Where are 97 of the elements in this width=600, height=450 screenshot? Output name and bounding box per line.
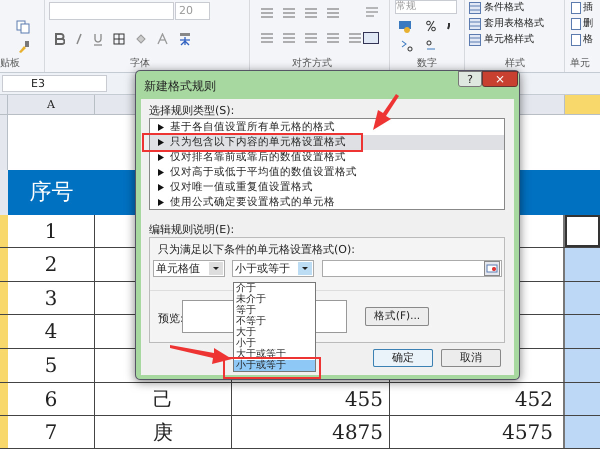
- currency-icon[interactable]: [398, 19, 412, 33]
- phonetic-icon[interactable]: [178, 32, 192, 46]
- rule-type-item[interactable]: 使用公式确定要设置格式的单元格: [150, 195, 504, 210]
- align-icon[interactable]: [304, 33, 318, 43]
- table-style-icon: [469, 2, 481, 14]
- table-header-cell-text: 序号: [28, 179, 74, 207]
- rule-type-item[interactable]: 仅对高于或低于平均值的数值设置格式: [150, 165, 504, 180]
- dropdown-option[interactable]: 不等于: [234, 316, 315, 327]
- bullet-icon: [158, 154, 164, 161]
- align-icon[interactable]: [348, 33, 362, 43]
- font-name-field[interactable]: [49, 2, 174, 20]
- grid-icon: [571, 18, 581, 30]
- annotation-arrow: [170, 345, 232, 364]
- align-icon[interactable]: [260, 8, 274, 18]
- range-select-icon[interactable]: [484, 261, 500, 276]
- merge-icon[interactable]: [363, 32, 379, 44]
- table-cell: 4: [8, 315, 95, 348]
- table-style-icon: [469, 18, 481, 30]
- rule-type-item[interactable]: 只为包含以下内容的单元格设置格式: [150, 135, 504, 150]
- cell-button[interactable]: 插: [571, 0, 593, 15]
- style-button[interactable]: 单元格样式: [469, 32, 534, 47]
- dropdown-option[interactable]: 小于: [234, 338, 315, 349]
- rule-type-item[interactable]: 仅对唯一值或重复值设置格式: [150, 180, 504, 195]
- brush-icon[interactable]: [17, 40, 31, 54]
- bold-icon[interactable]: [55, 33, 65, 45]
- align-icon[interactable]: [326, 8, 340, 18]
- help-button[interactable]: ?: [458, 71, 482, 87]
- selected-cell[interactable]: [565, 416, 600, 448]
- align-icon[interactable]: [260, 33, 274, 43]
- align-icon[interactable]: [326, 33, 340, 43]
- annotation-arrow: [373, 94, 399, 130]
- cell-button[interactable]: 删: [571, 16, 593, 31]
- bullet-icon: [158, 184, 164, 191]
- field-select[interactable]: 单元格值: [153, 260, 225, 277]
- group-label: 数字: [417, 56, 437, 71]
- underline-icon[interactable]: [93, 32, 103, 46]
- table-cell: 己: [153, 387, 173, 411]
- percent-icon[interactable]: [426, 20, 436, 32]
- condition-label: 只为满足以下条件的单元格设置格式(O):: [158, 242, 355, 258]
- fill-color-icon[interactable]: [135, 33, 147, 45]
- table-style-icon: [469, 34, 481, 46]
- align-icon[interactable]: [304, 8, 318, 18]
- selected-cell[interactable]: [565, 315, 600, 348]
- grid-icon: [571, 34, 581, 46]
- style-button[interactable]: 条件格式: [469, 0, 524, 15]
- font-color-icon[interactable]: [157, 33, 168, 45]
- align-icon[interactable]: [282, 8, 296, 18]
- selected-cell[interactable]: [565, 282, 600, 314]
- selected-cell[interactable]: [565, 383, 600, 415]
- cancel-button[interactable]: 取消: [441, 349, 501, 367]
- selected-cell[interactable]: [565, 248, 600, 281]
- dialog-title: 新建格式规则: [144, 78, 216, 95]
- dropdown-option[interactable]: 未介于: [234, 294, 315, 305]
- group-label: 样式: [505, 56, 525, 71]
- format-button[interactable]: 格式(F)...: [365, 307, 429, 326]
- decimal-icon[interactable]: [400, 40, 414, 52]
- section-label: 选择规则类型(S):: [149, 103, 234, 119]
- table-cell: 1: [8, 215, 95, 247]
- operator-select[interactable]: 小于或等于: [232, 260, 314, 277]
- copy-icon[interactable]: [16, 20, 30, 34]
- table-cell: 4875: [332, 420, 383, 444]
- bullet-icon: [158, 139, 164, 146]
- cell-button[interactable]: 格: [571, 32, 593, 47]
- group-label: 贴板: [0, 56, 20, 71]
- selected-cell[interactable]: [565, 349, 600, 382]
- italic-icon[interactable]: [75, 33, 83, 45]
- table-cell: 6: [8, 383, 95, 415]
- style-button[interactable]: 套用表格格式: [469, 16, 544, 31]
- comma-icon[interactable]: [447, 22, 451, 30]
- bullet-icon: [158, 199, 164, 206]
- dropdown-option[interactable]: 等于: [234, 305, 315, 316]
- ok-button[interactable]: 确定: [373, 349, 433, 367]
- group-label: 对齐方式: [292, 56, 332, 71]
- section-label: 编辑规则说明(E):: [149, 222, 234, 238]
- value-field[interactable]: [322, 260, 502, 277]
- dropdown-option[interactable]: 大于: [234, 327, 315, 338]
- bullet-icon: [158, 124, 164, 131]
- close-button[interactable]: ×: [482, 71, 518, 87]
- table-cell: 4575: [502, 420, 553, 444]
- name-box[interactable]: E3: [2, 75, 107, 92]
- table-cell: 452: [514, 387, 553, 411]
- group-label: 单元: [570, 56, 590, 71]
- table-cell: 3: [8, 282, 95, 314]
- dropdown-option[interactable]: 小于或等于: [234, 360, 315, 371]
- column-header[interactable]: A: [8, 95, 95, 114]
- align-icon[interactable]: [282, 33, 296, 43]
- rule-type-item[interactable]: 基于各自值设置所有单元格的格式: [150, 120, 504, 135]
- table-cell: 7: [8, 416, 95, 448]
- table-cell: 2: [8, 248, 95, 281]
- bullet-icon: [158, 169, 164, 176]
- table-cell: 5: [8, 349, 95, 382]
- border-icon[interactable]: [113, 33, 125, 45]
- table-cell: 庚: [153, 420, 173, 444]
- group-label: 字体: [130, 56, 150, 71]
- dropdown-option[interactable]: 介于: [234, 283, 315, 294]
- table-cell: 455: [344, 387, 383, 411]
- selected-cell[interactable]: [565, 215, 600, 247]
